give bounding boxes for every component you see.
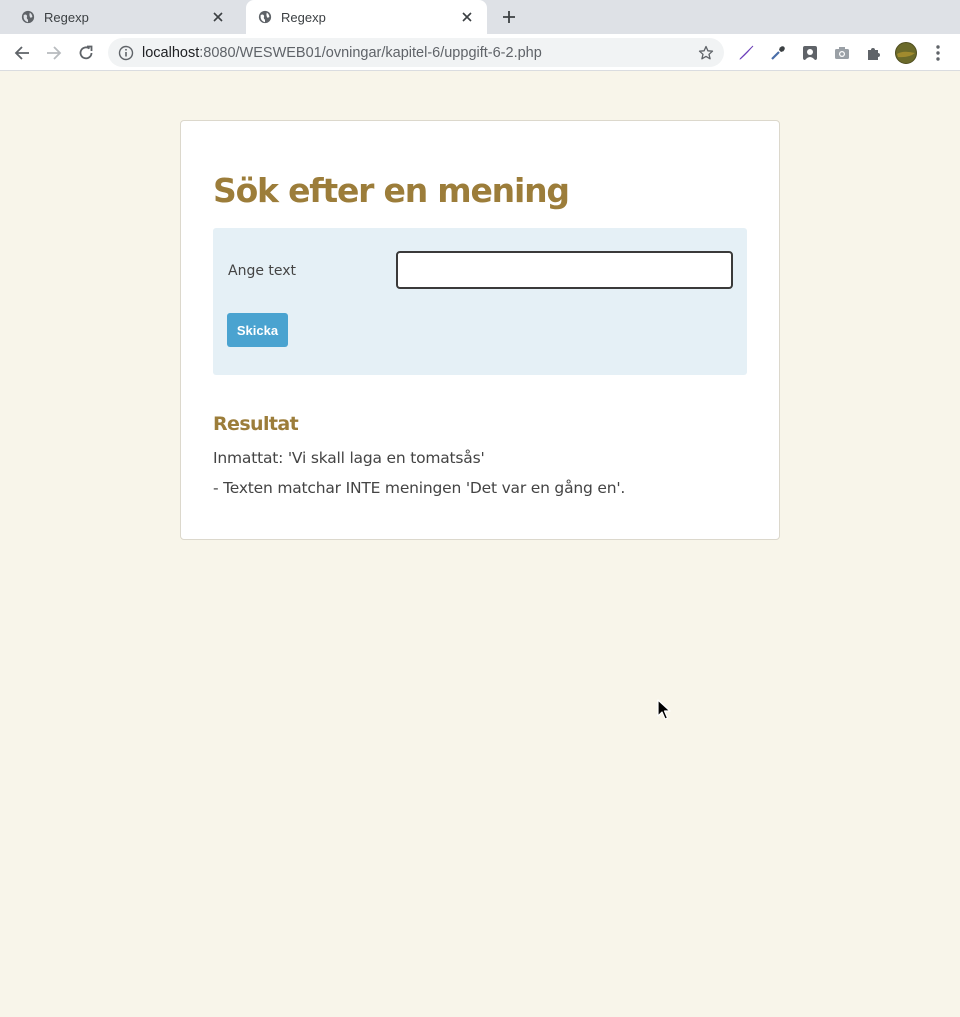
tab-title: Regexp <box>44 9 89 25</box>
info-icon[interactable] <box>118 45 134 61</box>
browser-tab-active[interactable]: Regexp <box>246 0 487 34</box>
text-label: Ange text <box>228 263 297 279</box>
reload-icon <box>79 45 93 60</box>
url-host: localhost <box>142 44 200 61</box>
camera-extension-icon[interactable] <box>830 41 854 65</box>
new-tab-button[interactable] <box>496 4 522 30</box>
arrow-left-icon <box>14 46 29 60</box>
result-input-line: Inmattat: 'Vi skall laga en tomatsås' <box>213 449 485 467</box>
search-form: Ange text Skicka <box>213 228 747 375</box>
close-icon[interactable] <box>206 5 230 29</box>
tab-strip: Regexp Regexp <box>0 0 960 34</box>
globe-icon <box>258 10 272 24</box>
bookmark-star-icon[interactable] <box>695 42 717 64</box>
forward-button[interactable] <box>40 39 68 67</box>
reload-button[interactable] <box>72 39 100 67</box>
back-button[interactable] <box>8 39 36 67</box>
eyedropper-extension-icon[interactable] <box>766 41 790 65</box>
feather-extension-icon[interactable] <box>734 41 758 65</box>
result-heading: Resultat <box>213 413 299 435</box>
content-card: Sök efter en mening Ange text Skicka Res… <box>180 120 780 540</box>
tab-title: Regexp <box>281 9 326 25</box>
url-path: :8080/WESWEB01/ovningar/kapitel-6/uppgif… <box>199 44 542 61</box>
plus-icon <box>503 11 515 23</box>
text-input[interactable] <box>396 251 733 289</box>
page-title: Sök efter en mening <box>213 171 570 210</box>
globe-icon <box>21 10 35 24</box>
browser-toolbar: localhost:8080/WESWEB01/ovningar/kapitel… <box>0 34 960 71</box>
submit-button[interactable]: Skicka <box>227 313 288 347</box>
url-text: localhost:8080/WESWEB01/ovningar/kapitel… <box>142 45 695 61</box>
close-icon[interactable] <box>455 5 479 29</box>
result-match-line: - Texten matchar INTE meningen 'Det var … <box>213 479 626 497</box>
kebab-menu-icon[interactable] <box>926 41 950 65</box>
browser-tab[interactable]: Regexp <box>0 0 238 34</box>
square-extension-icon[interactable] <box>798 41 822 65</box>
profile-avatar[interactable] <box>894 41 918 65</box>
address-bar[interactable]: localhost:8080/WESWEB01/ovningar/kapitel… <box>108 38 724 67</box>
arrow-right-icon <box>47 46 62 60</box>
puzzle-extensions-icon[interactable] <box>862 41 886 65</box>
mouse-cursor-icon <box>657 699 671 720</box>
